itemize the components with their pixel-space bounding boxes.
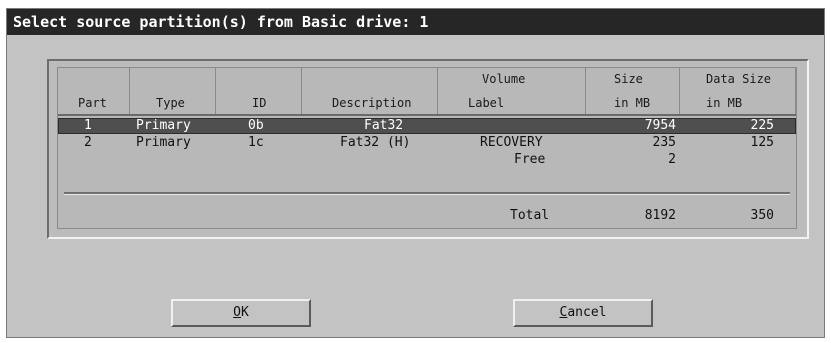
ok-button[interactable]: OK [171,299,311,327]
cell-size: 7954 [644,118,676,133]
cancel-label: ancel [567,305,607,320]
cell-part: 1 [84,118,92,133]
total-label: Total [510,208,550,223]
column-header-type[interactable]: Type [130,68,216,114]
free-space-row: Free 2 [58,152,796,168]
partition-table-frame: Part Type ID Description Volume Label Si… [47,59,809,239]
partition-row-1[interactable]: 1 Primary 0b Fat32 7954 225 [58,118,796,134]
cancel-button[interactable]: Cancel [513,299,653,327]
cell-size: 2 [668,152,676,167]
column-header-data-size[interactable]: Data Size in MB [680,68,796,114]
cell-description: Fat32 (H) [340,135,411,150]
column-header-type-label: Type [156,96,185,110]
column-header-description-label: Description [332,96,412,110]
column-header-size[interactable]: Size in MB [586,68,680,114]
column-header-volume-label[interactable]: Volume Label [438,68,586,114]
cell-part: 2 [84,135,92,150]
ok-mnemonic: O [233,305,241,320]
cell-type: Primary [136,118,191,133]
total-data-size: 350 [750,208,774,223]
column-header-part[interactable]: Part [58,68,130,114]
cell-data-size: 125 [750,135,774,150]
select-partition-dialog: Select source partition(s) from Basic dr… [6,8,825,338]
column-header-data-size-line2: in MB [706,96,743,110]
partition-row-2[interactable]: 2 Primary 1c Fat32 (H) RECOVERY 235 125 [58,135,796,151]
ok-label: K [241,305,249,320]
column-header-id[interactable]: ID [216,68,302,114]
dialog-title: Select source partition(s) from Basic dr… [7,9,824,35]
cell-id: 0b [248,118,264,133]
column-header-size-line2: in MB [614,96,651,110]
cell-size: 235 [652,135,676,150]
column-header-id-label: ID [252,96,267,110]
cell-volume-label: RECOVERY [480,135,543,150]
column-header-volume-line2: Label [468,96,505,110]
cell-type: Primary [136,135,191,150]
column-header-data-size-line1: Data Size [706,72,772,86]
column-header-part-label: Part [78,96,107,110]
column-header-size-line1: Size [614,72,643,86]
total-size: 8192 [644,208,676,223]
cell-volume-label: Free [514,152,546,167]
total-separator [64,192,790,195]
partition-table: Part Type ID Description Volume Label Si… [57,67,797,229]
cell-data-size: 225 [750,118,774,133]
column-header-volume-line1: Volume [482,72,526,86]
header-divider [58,114,796,116]
column-header-description[interactable]: Description [302,68,438,114]
total-row: Total 8192 350 [58,208,796,224]
cell-id: 1c [248,135,264,150]
cell-description: Fat32 [364,118,404,133]
